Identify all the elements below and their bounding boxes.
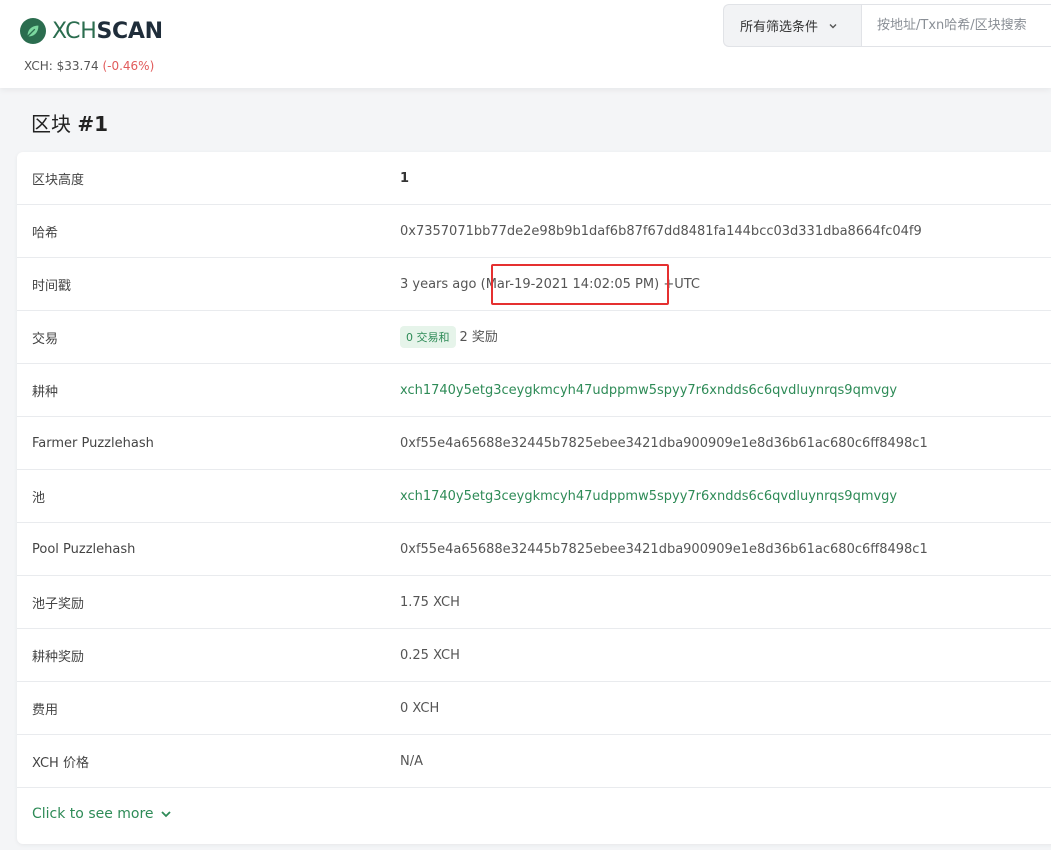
row-pool-puzzlehash: Pool Puzzlehash 0xf55e4a65688e32445b7825… — [17, 523, 1051, 576]
transactions-label: 交易 — [32, 331, 59, 347]
page-title: 区块 #1 — [31, 108, 108, 137]
row-farmer: 耕种 xch1740y5etg3ceygkmcyh47udppmw5spyy7r… — [17, 364, 1051, 417]
timestamp-highlight-box — [491, 264, 669, 305]
see-more-link[interactable]: Click to see more — [32, 806, 172, 822]
pool-reward-value: 1.75 XCH — [400, 594, 460, 610]
farmer-reward-label: 耕种奖励 — [32, 649, 85, 665]
top-header: XCHSCAN XCH: $33.74 (-0.46%) 所有筛选条件 — [0, 0, 1051, 88]
farmer-reward-value: 0.25 XCH — [400, 647, 460, 663]
pool-address-link[interactable]: xch1740y5etg3ceygkmcyh47udppmw5spyy7r6xn… — [400, 489, 897, 504]
fee-label: 费用 — [32, 702, 59, 718]
transactions-badge[interactable]: 0 交易和 — [400, 326, 456, 348]
see-more-label: Click to see more — [32, 806, 154, 822]
xch-price: XCH: $33.74 (-0.46%) — [24, 59, 154, 73]
farmer-puzzlehash-label: Farmer Puzzlehash — [32, 435, 154, 451]
farmer-puzzlehash-value: 0xf55e4a65688e32445b7825ebee3421dba90090… — [400, 435, 928, 451]
search-input[interactable] — [861, 4, 1051, 47]
row-fee: 费用 0 XCH — [17, 682, 1051, 735]
hash-value: 0x7357071bb77de2e98b9b1daf6b87f67dd8481f… — [400, 223, 922, 239]
block-details-card: 区块高度 1 哈希 0x7357071bb77de2e98b9b1daf6b87… — [17, 152, 1051, 844]
leaf-logo-icon — [20, 18, 46, 44]
fee-value: 0 XCH — [400, 700, 440, 716]
rewards-count: 2 奖励 — [459, 330, 498, 345]
timestamp-ago: 3 years ago ( — [400, 276, 486, 292]
title-prefix: 区块 — [31, 112, 71, 136]
filter-label: 所有筛选条件 — [740, 20, 819, 35]
xch-price-label: XCH 价格 — [32, 755, 89, 771]
price-change: (-0.46%) — [102, 59, 155, 73]
logo-scan: SCAN — [96, 18, 163, 44]
hash-label: 哈希 — [32, 225, 59, 241]
row-hash: 哈希 0x7357071bb77de2e98b9b1daf6b87f67dd84… — [17, 205, 1051, 258]
row-pool-reward: 池子奖励 1.75 XCH — [17, 576, 1051, 629]
pool-reward-label: 池子奖励 — [32, 596, 85, 612]
timestamp-label: 时间戳 — [32, 278, 72, 294]
block-height-label: 区块高度 — [32, 172, 85, 188]
logo-xch: XCH — [52, 18, 97, 44]
row-pool: 池 xch1740y5etg3ceygkmcyh47udppmw5spyy7r6… — [17, 470, 1051, 523]
farmer-address-link[interactable]: xch1740y5etg3ceygkmcyh47udppmw5spyy7r6xn… — [400, 383, 897, 398]
row-transactions: 交易 0 交易和 2 奖励 — [17, 311, 1051, 364]
chevron-down-icon — [829, 23, 837, 28]
price-label: XCH: $33.74 — [24, 59, 99, 73]
filter-dropdown[interactable]: 所有筛选条件 — [723, 4, 861, 47]
logo-wordmark: XCHSCAN — [52, 19, 163, 44]
row-farmer-reward: 耕种奖励 0.25 XCH — [17, 629, 1051, 682]
chevron-down-icon — [160, 811, 171, 818]
pool-puzzlehash-label: Pool Puzzlehash — [32, 541, 136, 557]
pool-puzzlehash-value: 0xf55e4a65688e32445b7825ebee3421dba90090… — [400, 541, 928, 557]
xch-price-value: N/A — [400, 753, 423, 769]
farmer-label: 耕种 — [32, 384, 59, 400]
site-logo[interactable]: XCHSCAN — [20, 16, 163, 46]
row-farmer-puzzlehash: Farmer Puzzlehash 0xf55e4a65688e32445b78… — [17, 417, 1051, 470]
row-xch-price: XCH 价格 N/A — [17, 735, 1051, 788]
block-height-value: 1 — [400, 170, 410, 186]
title-block-number: #1 — [77, 112, 109, 136]
transactions-value: 0 交易和 2 奖励 — [400, 326, 498, 348]
pool-label: 池 — [32, 490, 46, 506]
row-block-height: 区块高度 1 — [17, 152, 1051, 205]
